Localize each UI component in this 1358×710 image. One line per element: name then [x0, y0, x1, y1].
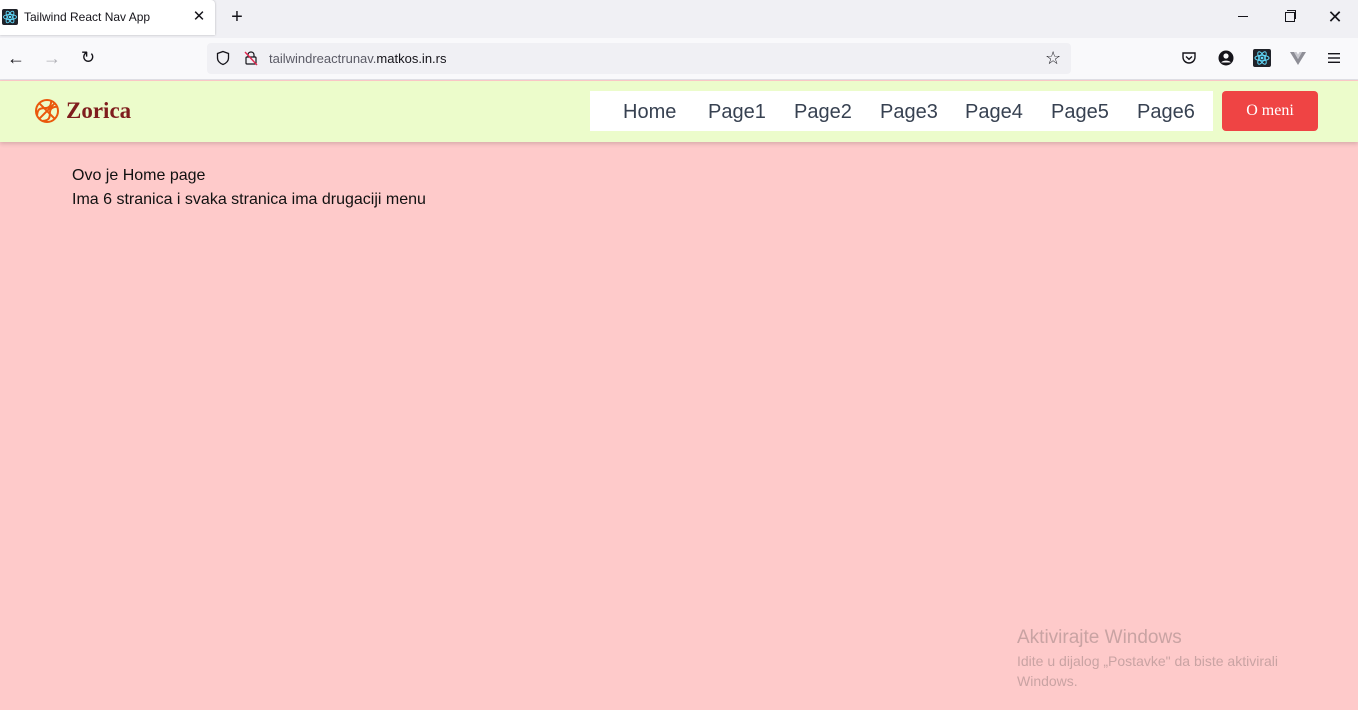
account-icon[interactable]: [1217, 49, 1235, 67]
menu-item-page2[interactable]: Page2: [794, 101, 852, 124]
menu-item-home[interactable]: Home: [623, 101, 676, 124]
menu-item-page4[interactable]: Page4: [965, 101, 1023, 124]
react-devtools-icon[interactable]: [1253, 49, 1271, 67]
main-menu: Home Page1 Page2 Page3 Page4 Page5 Page6: [590, 91, 1213, 131]
new-tab-button[interactable]: +: [226, 6, 248, 28]
menu-item-page6[interactable]: Page6: [1137, 101, 1195, 124]
menu-item-page3[interactable]: Page3: [880, 101, 938, 124]
menu-item-page1[interactable]: Page1: [708, 101, 766, 124]
hamburger-menu-icon[interactable]: [1325, 49, 1343, 67]
app-navbar: Zorica Home Page1 Page2 Page3 Page4 Page…: [0, 81, 1358, 142]
content-line-1: Ovo je Home page: [72, 167, 206, 184]
watermark-title: Aktivirajte Windows: [1017, 627, 1182, 648]
url-text[interactable]: tailwindreactrunav.matkos.in.rs: [269, 51, 447, 66]
forward-button[interactable]: →: [41, 47, 63, 69]
content-line-2: Ima 6 stranica i svaka stranica ima drug…: [72, 191, 426, 208]
browser-tab-strip: Tailwind React Nav App ✕ + ✕: [0, 0, 1358, 38]
tracking-shield-icon[interactable]: [215, 50, 231, 66]
vue-devtools-icon[interactable]: [1289, 49, 1307, 67]
window-close-button[interactable]: ✕: [1323, 6, 1347, 28]
menu-item-page5[interactable]: Page5: [1051, 101, 1109, 124]
browser-toolbar: ← → ↻ tailwindreactrunav.matkos.in.rs ☆: [0, 38, 1358, 80]
o-meni-button[interactable]: O meni: [1222, 91, 1318, 131]
window-minimize-button[interactable]: [1232, 6, 1256, 28]
react-favicon-icon: [2, 9, 18, 25]
bookmark-star-icon[interactable]: ☆: [1045, 48, 1061, 69]
address-bar[interactable]: tailwindreactrunav.matkos.in.rs ☆: [207, 43, 1071, 74]
basketball-icon: [35, 99, 59, 123]
pocket-icon[interactable]: [1180, 49, 1198, 67]
page-content: Ovo je Home page Ima 6 stranica i svaka …: [72, 164, 426, 212]
brand-logo[interactable]: Zorica: [34, 97, 131, 125]
brand-name: Zorica: [66, 98, 132, 123]
back-button[interactable]: ←: [5, 47, 27, 69]
watermark-text: Idite u dijalog „Postavke" da biste akti…: [1017, 653, 1278, 689]
windows-activation-watermark: Aktivirajte Windows Idite u dijalog „Pos…: [1017, 627, 1317, 691]
window-restore-button[interactable]: [1278, 6, 1302, 28]
reload-button[interactable]: ↻: [77, 47, 99, 69]
tab-close-icon[interactable]: ✕: [190, 8, 208, 26]
browser-tab[interactable]: Tailwind React Nav App ✕: [0, 0, 215, 35]
insecure-lock-icon[interactable]: [243, 50, 259, 66]
tab-title: Tailwind React Nav App: [24, 10, 151, 24]
